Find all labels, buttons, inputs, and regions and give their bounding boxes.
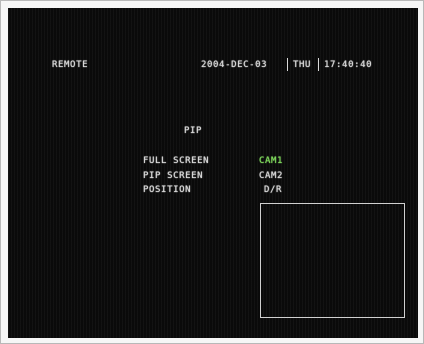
menu-value-position[interactable]: D/R (264, 185, 282, 195)
remote-label: REMOTE (52, 60, 89, 70)
menu-label-pip-screen: PIP SCREEN (143, 171, 204, 181)
day-readout: THU (293, 60, 312, 70)
menu-title: PIP (184, 126, 203, 136)
dvr-screen: REMOTE 2004-DEC-03 THU 17:40:40 PIP FULL… (8, 8, 418, 338)
monitor-frame: REMOTE 2004-DEC-03 THU 17:40:40 PIP FULL… (0, 0, 424, 344)
header-separator (318, 58, 319, 71)
menu-label-position: POSITION (143, 185, 192, 195)
menu-label-full-screen: FULL SCREEN (143, 156, 210, 166)
time-readout: 17:40:40 (324, 60, 373, 70)
header-separator (287, 58, 288, 71)
menu-value-full-screen[interactable]: CAM1 (259, 156, 283, 166)
menu-value-pip-screen[interactable]: CAM2 (259, 171, 283, 181)
date-readout: 2004-DEC-03 (201, 60, 268, 70)
pip-window-outline (260, 203, 405, 318)
